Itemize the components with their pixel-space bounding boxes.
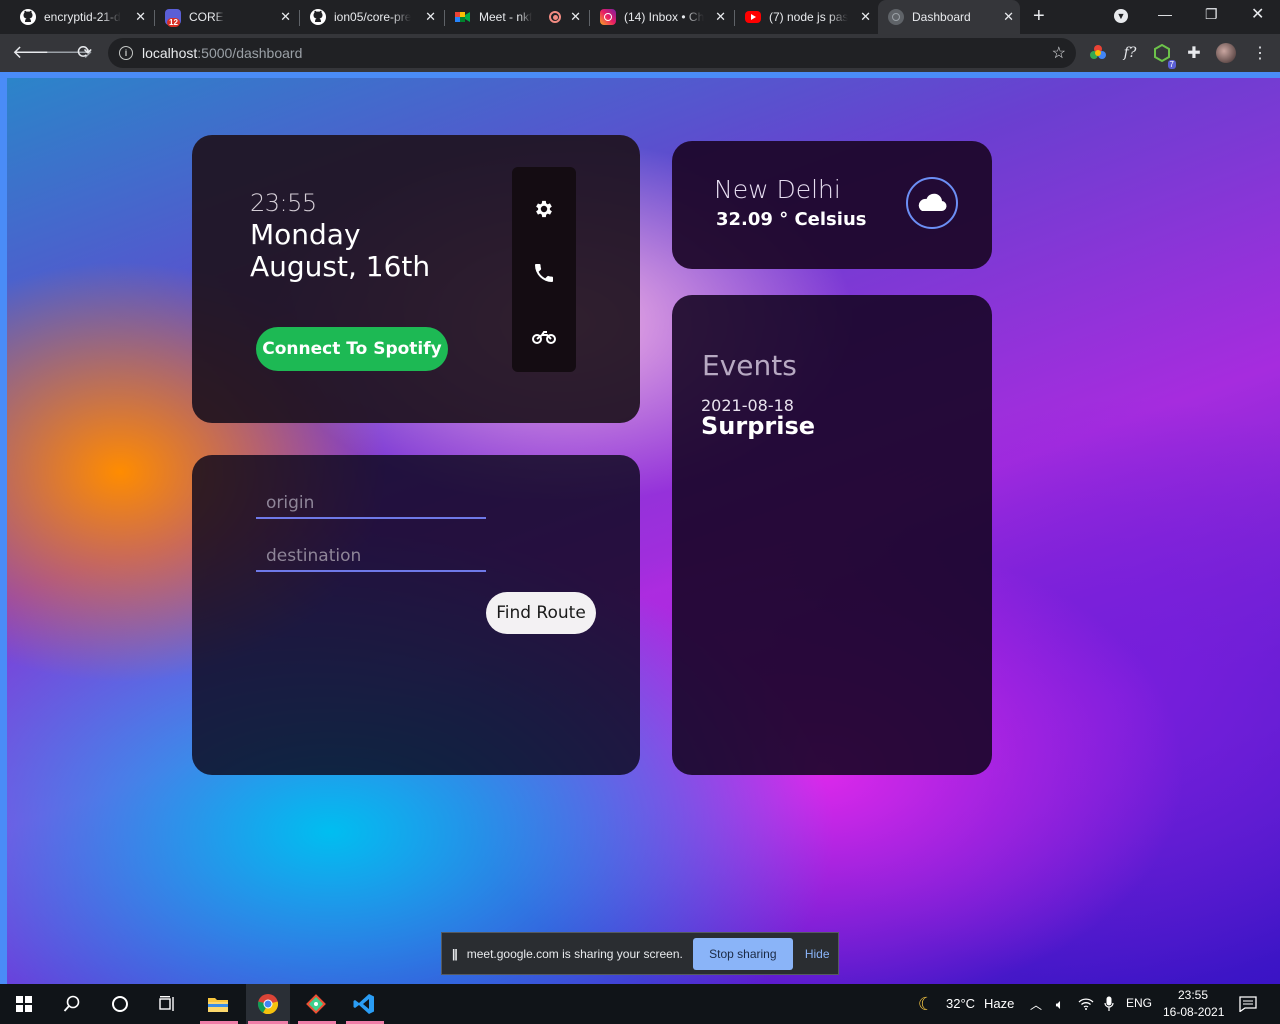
taskbar-weather-desc[interactable]: Haze: [984, 996, 1014, 1011]
connect-spotify-button[interactable]: Connect To Spotify: [256, 327, 448, 371]
find-route-button[interactable]: Find Route: [486, 592, 596, 634]
restore-button[interactable]: ❐: [1205, 6, 1218, 23]
weather-city: New Delhi: [714, 175, 841, 204]
browser-toolbar: 🡐 🡒 ⟳ i localhost:5000/dashboard ☆ f? 7 …: [0, 34, 1280, 72]
route-card: Find Route: [192, 455, 640, 775]
extension-badge: 7: [1167, 60, 1176, 69]
tab-title: Meet - nkf: [479, 10, 533, 24]
wifi-icon[interactable]: [1076, 984, 1096, 1024]
drag-handle-icon[interactable]: ||: [452, 947, 458, 961]
origin-input[interactable]: [256, 489, 486, 519]
screen-share-bar: || meet.google.com is sharing your scree…: [441, 932, 839, 975]
globe-icon: [888, 9, 904, 25]
clock-time[interactable]: 23:55: [1178, 988, 1208, 1002]
hide-share-bar-button[interactable]: Hide: [805, 947, 830, 961]
new-tab-button[interactable]: +: [1033, 5, 1045, 28]
microphone-icon[interactable]: [1100, 984, 1118, 1024]
google-meet-icon: [455, 9, 471, 25]
close-icon[interactable]: ✕: [715, 9, 726, 25]
color-picker-extension-icon[interactable]: [1088, 43, 1108, 63]
notifications-icon[interactable]: [1234, 984, 1262, 1024]
tab-strip: encryptid-21-d ✕ 12 CORE ✕ ion05/core-pr…: [0, 0, 1280, 34]
clock-date: August, 16th: [250, 250, 431, 283]
stop-sharing-button[interactable]: Stop sharing: [692, 937, 793, 970]
tab-youtube[interactable]: (7) node js pas ✕: [737, 0, 877, 34]
clock-time: 23:55: [250, 189, 317, 217]
tab-title: ion05/core-pre: [334, 10, 412, 24]
profile-avatar[interactable]: [1216, 43, 1236, 63]
address-bar[interactable]: i localhost:5000/dashboard ☆: [108, 38, 1076, 68]
tab-title: Dashboard: [912, 10, 971, 24]
git-icon[interactable]: [294, 984, 338, 1024]
clock-date[interactable]: 16-08-2021: [1163, 1005, 1224, 1019]
tab-instagram[interactable]: (14) Inbox • Ch ✕: [592, 0, 732, 34]
weather-card: New Delhi 32.09 ° Celsius: [672, 141, 992, 269]
clock-day: Monday: [250, 218, 361, 251]
gear-icon[interactable]: [532, 197, 556, 221]
tab-title: (14) Inbox • Ch: [624, 10, 705, 24]
github-icon: [20, 9, 36, 25]
tab-title: CORE: [189, 10, 224, 24]
site-info-icon[interactable]: i: [119, 46, 133, 60]
chrome-icon[interactable]: [246, 984, 290, 1024]
bookmark-star-icon[interactable]: ☆: [1052, 43, 1066, 63]
phone-icon[interactable]: [532, 261, 556, 285]
cortana-icon[interactable]: [96, 984, 144, 1024]
tab-encryptid[interactable]: encryptid-21-d ✕: [12, 0, 152, 34]
node-extension-icon[interactable]: 7: [1152, 43, 1176, 69]
language-indicator[interactable]: ENG: [1126, 996, 1152, 1010]
reload-button[interactable]: ⟳: [77, 42, 92, 62]
events-title: Events: [702, 349, 797, 382]
dashboard-page: 23:55 Monday August, 16th Connect To Spo…: [0, 72, 1280, 984]
url-path: :5000/dashboard: [197, 45, 303, 61]
tab-badge: 12: [167, 18, 180, 27]
tab-dashboard[interactable]: Dashboard ✕: [878, 0, 1020, 34]
search-icon[interactable]: [48, 984, 96, 1024]
file-explorer-icon[interactable]: [196, 984, 240, 1024]
close-icon[interactable]: ✕: [1003, 9, 1014, 25]
tab-meet[interactable]: Meet - nkf ✕: [447, 0, 587, 34]
close-window-button[interactable]: ✕: [1251, 4, 1264, 24]
chevron-up-icon[interactable]: ︿: [1028, 984, 1044, 1024]
tab-search-icon[interactable]: ▼: [1114, 9, 1128, 23]
close-icon[interactable]: ✕: [570, 9, 581, 25]
taskbar-weather-temp[interactable]: 32°C: [946, 996, 975, 1011]
vscode-icon[interactable]: [342, 984, 386, 1024]
close-icon[interactable]: ✕: [280, 9, 291, 25]
share-message: meet.google.com is sharing your screen.: [466, 946, 683, 961]
instagram-icon: [600, 9, 616, 25]
close-icon[interactable]: ✕: [135, 9, 146, 25]
destination-input[interactable]: [256, 542, 486, 572]
recording-icon: [549, 11, 561, 23]
motorcycle-icon[interactable]: [532, 325, 556, 349]
quick-actions-menu: [512, 167, 576, 372]
weather-temperature: 32.09 ° Celsius: [716, 209, 867, 230]
tab-core[interactable]: 12 CORE ✕: [157, 0, 297, 34]
close-icon[interactable]: ✕: [425, 9, 436, 25]
event-name: Surprise: [701, 412, 816, 440]
github-icon: [310, 9, 326, 25]
weather-moon-icon[interactable]: ☾: [912, 984, 940, 1024]
windows-taskbar: ☾ 32°C Haze ︿ 🔈︎ ENG 23:55 16-08-2021: [0, 984, 1280, 1024]
url-host: localhost: [142, 45, 198, 61]
clock-card: 23:55 Monday August, 16th Connect To Spo…: [192, 135, 640, 423]
task-view-icon[interactable]: [144, 984, 192, 1024]
tab-title: (7) node js pas: [769, 10, 849, 24]
volume-icon[interactable]: 🔈︎: [1050, 984, 1070, 1024]
menu-kebab-icon[interactable]: ⋮: [1250, 43, 1270, 63]
tab-title: encryptid-21-d: [44, 10, 121, 24]
events-card: Events 2021-08-18 Surprise: [672, 295, 992, 775]
close-icon[interactable]: ✕: [860, 9, 871, 25]
cloud-icon: [906, 177, 958, 229]
youtube-icon: [745, 11, 761, 23]
minimize-button[interactable]: —: [1158, 6, 1172, 22]
tab-core-pre[interactable]: ion05/core-pre ✕: [302, 0, 442, 34]
windows-start-icon[interactable]: [0, 984, 48, 1024]
extensions-puzzle-icon[interactable]: ✚: [1184, 43, 1204, 63]
core-badge-icon: 12: [165, 9, 181, 27]
function-extension-icon[interactable]: f?: [1120, 43, 1140, 63]
